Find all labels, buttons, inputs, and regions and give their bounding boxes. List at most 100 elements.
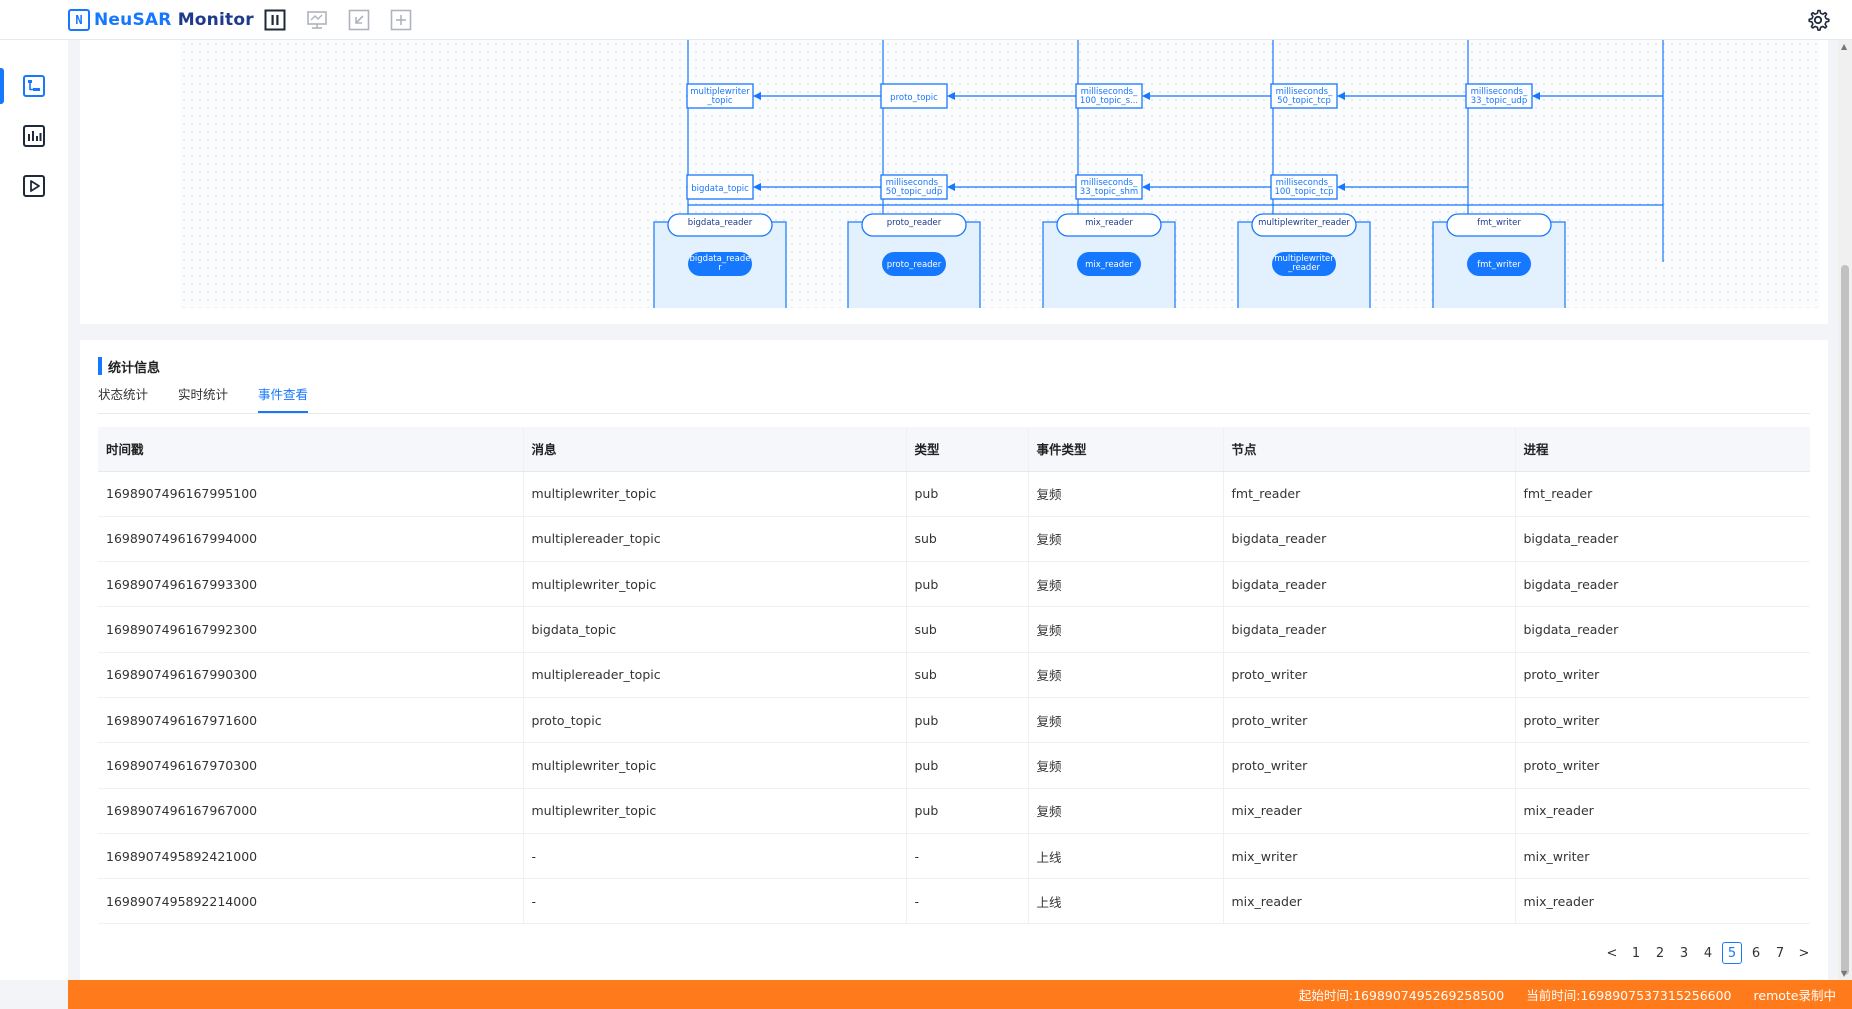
process-group[interactable]: mix_reader mix_reader: [1042, 213, 1176, 313]
table-row[interactable]: 1698907496167992300 bigdata_topic sub 复频 big…: [98, 606, 1810, 653]
topic-node-label: proto_topic: [890, 93, 938, 103]
monitor-button[interactable]: [306, 9, 328, 31]
process-pill-label: proto_reader: [887, 218, 942, 228]
left-rail: [0, 40, 68, 980]
back-button[interactable]: [348, 9, 370, 31]
process-group[interactable]: bigdata_readerbigdata_reade r: [653, 213, 787, 313]
cell-timestamp: 1698907496167971600: [98, 697, 524, 744]
process-pill-label: mix_reader: [1085, 218, 1133, 228]
cell-node: proto_writer: [1223, 742, 1516, 789]
cell-event-type: 复频: [1028, 742, 1224, 789]
cell-type: pub: [906, 471, 1029, 517]
scrollbar-thumb[interactable]: [1841, 265, 1849, 975]
tab-status-stats[interactable]: 状态统计: [98, 384, 148, 413]
page-3[interactable]: 3: [1674, 942, 1694, 964]
table-row[interactable]: 1698907496167993300 multiplewriter_topic p…: [98, 561, 1810, 608]
scroll-up-arrow-icon[interactable]: ▲: [1841, 42, 1847, 51]
status-bar: 起始时间:1698907495269258500 当前时间:1698907537…: [68, 980, 1852, 1009]
cell-timestamp: 1698907496167970300: [98, 742, 524, 789]
cell-message: multiplewriter_topic: [523, 471, 907, 517]
cell-process: fmt_reader: [1515, 471, 1810, 517]
cell-process: bigdata_reader: [1515, 516, 1810, 563]
page-4[interactable]: 4: [1698, 942, 1718, 964]
reader-node-label: fmt_writer: [1477, 260, 1521, 270]
table-row[interactable]: 1698907496167994000 multiplereader_topic s…: [98, 516, 1810, 563]
cell-event-type: 复频: [1028, 561, 1224, 608]
prev-page-button[interactable]: <: [1602, 942, 1622, 964]
process-group[interactable]: fmt_writer fmt_writer: [1432, 213, 1566, 313]
topic-node-label: milliseconds_ 50_topic_udp: [886, 178, 943, 197]
next-page-button[interactable]: >: [1794, 942, 1814, 964]
cell-process: proto_writer: [1515, 742, 1810, 789]
topic-node[interactable]: milliseconds_ 33_topic_shm: [1075, 174, 1143, 200]
cell-message: multiplewriter_topic: [523, 561, 907, 608]
cell-process: proto_writer: [1515, 652, 1810, 698]
tab-realtime-stats[interactable]: 实时统计: [178, 384, 228, 413]
logo-name-a: NeuSAR: [94, 10, 172, 30]
cell-timestamp: 1698907496167994000: [98, 516, 524, 563]
page-2[interactable]: 2: [1650, 942, 1670, 964]
cell-node: proto_writer: [1223, 652, 1516, 698]
table-row[interactable]: 1698907496167967000 multiplewriter_topic p…: [98, 788, 1810, 834]
cell-process: bigdata_reader: [1515, 606, 1810, 653]
cell-timestamp: 1698907495892214000: [98, 878, 524, 925]
cell-type: sub: [906, 516, 1029, 563]
settings-button[interactable]: [1806, 8, 1830, 32]
table-row[interactable]: 1698907496167990300 multiplereader_topic s…: [98, 652, 1810, 698]
cell-type: -: [906, 833, 1029, 880]
col-event-type[interactable]: 事件类型: [1028, 427, 1224, 472]
col-process[interactable]: 进程: [1515, 427, 1810, 472]
col-message[interactable]: 消息: [523, 427, 907, 472]
col-node[interactable]: 节点: [1223, 427, 1516, 472]
rail-item-playback[interactable]: [0, 164, 68, 208]
table-header-row: 时间戳 消息 类型 事件类型 节点 进程: [98, 427, 1810, 472]
cell-node: mix_reader: [1223, 878, 1516, 925]
rail-item-topology[interactable]: [0, 64, 68, 108]
page-1[interactable]: 1: [1626, 942, 1646, 964]
topic-node[interactable]: bigdata_topic: [686, 174, 754, 200]
process-pill-label: fmt_writer: [1477, 218, 1521, 228]
topic-node[interactable]: multiplewriter _topic: [686, 83, 754, 109]
topic-node[interactable]: milliseconds_ 100_topic_s...: [1075, 83, 1143, 109]
topology-canvas[interactable]: bigdata_reader bigdata_reade r proto_reader…: [180, 40, 1820, 313]
pause-button[interactable]: [264, 9, 286, 31]
table-row[interactable]: 1698907495892214000- - 上线 mix_reader mix_rea…: [98, 878, 1810, 925]
col-type[interactable]: 类型: [906, 427, 1029, 472]
table-row[interactable]: 1698907496167970300 multiplewriter_topic p…: [98, 742, 1810, 789]
col-timestamp[interactable]: 时间戳: [98, 427, 524, 472]
cell-type: pub: [906, 561, 1029, 608]
process-group[interactable]: proto_reader proto_reader: [847, 213, 981, 313]
status-current-time: 当前时间:1698907537315256600: [1526, 988, 1732, 1003]
cell-message: -: [523, 833, 907, 880]
plus-icon: [390, 9, 412, 31]
topic-node[interactable]: milliseconds_ 33_topic_udp: [1465, 83, 1533, 109]
cell-node: fmt_reader: [1223, 471, 1516, 517]
page-6[interactable]: 6: [1746, 942, 1766, 964]
page-5-current[interactable]: 5: [1722, 942, 1742, 964]
topic-node[interactable]: milliseconds_ 100_topic_tcp: [1270, 174, 1338, 200]
table-row[interactable]: 1698907495892421000- - 上线 mix_writer mix_wri…: [98, 833, 1810, 880]
vertical-scrollbar[interactable]: ▲ ▼: [1838, 40, 1852, 980]
event-table: 时间戳 消息 类型 事件类型 节点 进程 1698907496167995100…: [98, 427, 1810, 925]
process-group[interactable]: multiplewriter_readermultiplewriter _read…: [1237, 213, 1371, 313]
cell-node: mix_writer: [1223, 833, 1516, 880]
tab-event-view[interactable]: 事件查看: [258, 384, 309, 413]
topic-node[interactable]: milliseconds_ 50_topic_udp: [880, 174, 948, 200]
topic-node[interactable]: proto_topic: [880, 83, 948, 109]
rail-item-chart[interactable]: [0, 114, 68, 158]
cell-process: mix_writer: [1515, 833, 1810, 880]
cell-type: pub: [906, 697, 1029, 744]
scroll-down-arrow-icon[interactable]: ▼: [1841, 969, 1847, 978]
table-row[interactable]: 1698907496167971600 proto_topic pub 复频 proto…: [98, 697, 1810, 744]
add-button[interactable]: [390, 9, 412, 31]
cell-node: bigdata_reader: [1223, 606, 1516, 653]
page-7[interactable]: 7: [1770, 942, 1790, 964]
topic-node[interactable]: milliseconds_ 50_topic_tcp: [1270, 83, 1338, 109]
cell-event-type: 复频: [1028, 516, 1224, 563]
cell-node: proto_writer: [1223, 697, 1516, 744]
table-row[interactable]: 1698907496167995100 multiplewriter_topic p…: [98, 471, 1810, 517]
cell-event-type: 上线: [1028, 833, 1224, 880]
app-logo: N NeuSAR Monitor: [68, 8, 254, 32]
cell-type: sub: [906, 652, 1029, 698]
settings-gear-icon: [1808, 9, 1830, 31]
